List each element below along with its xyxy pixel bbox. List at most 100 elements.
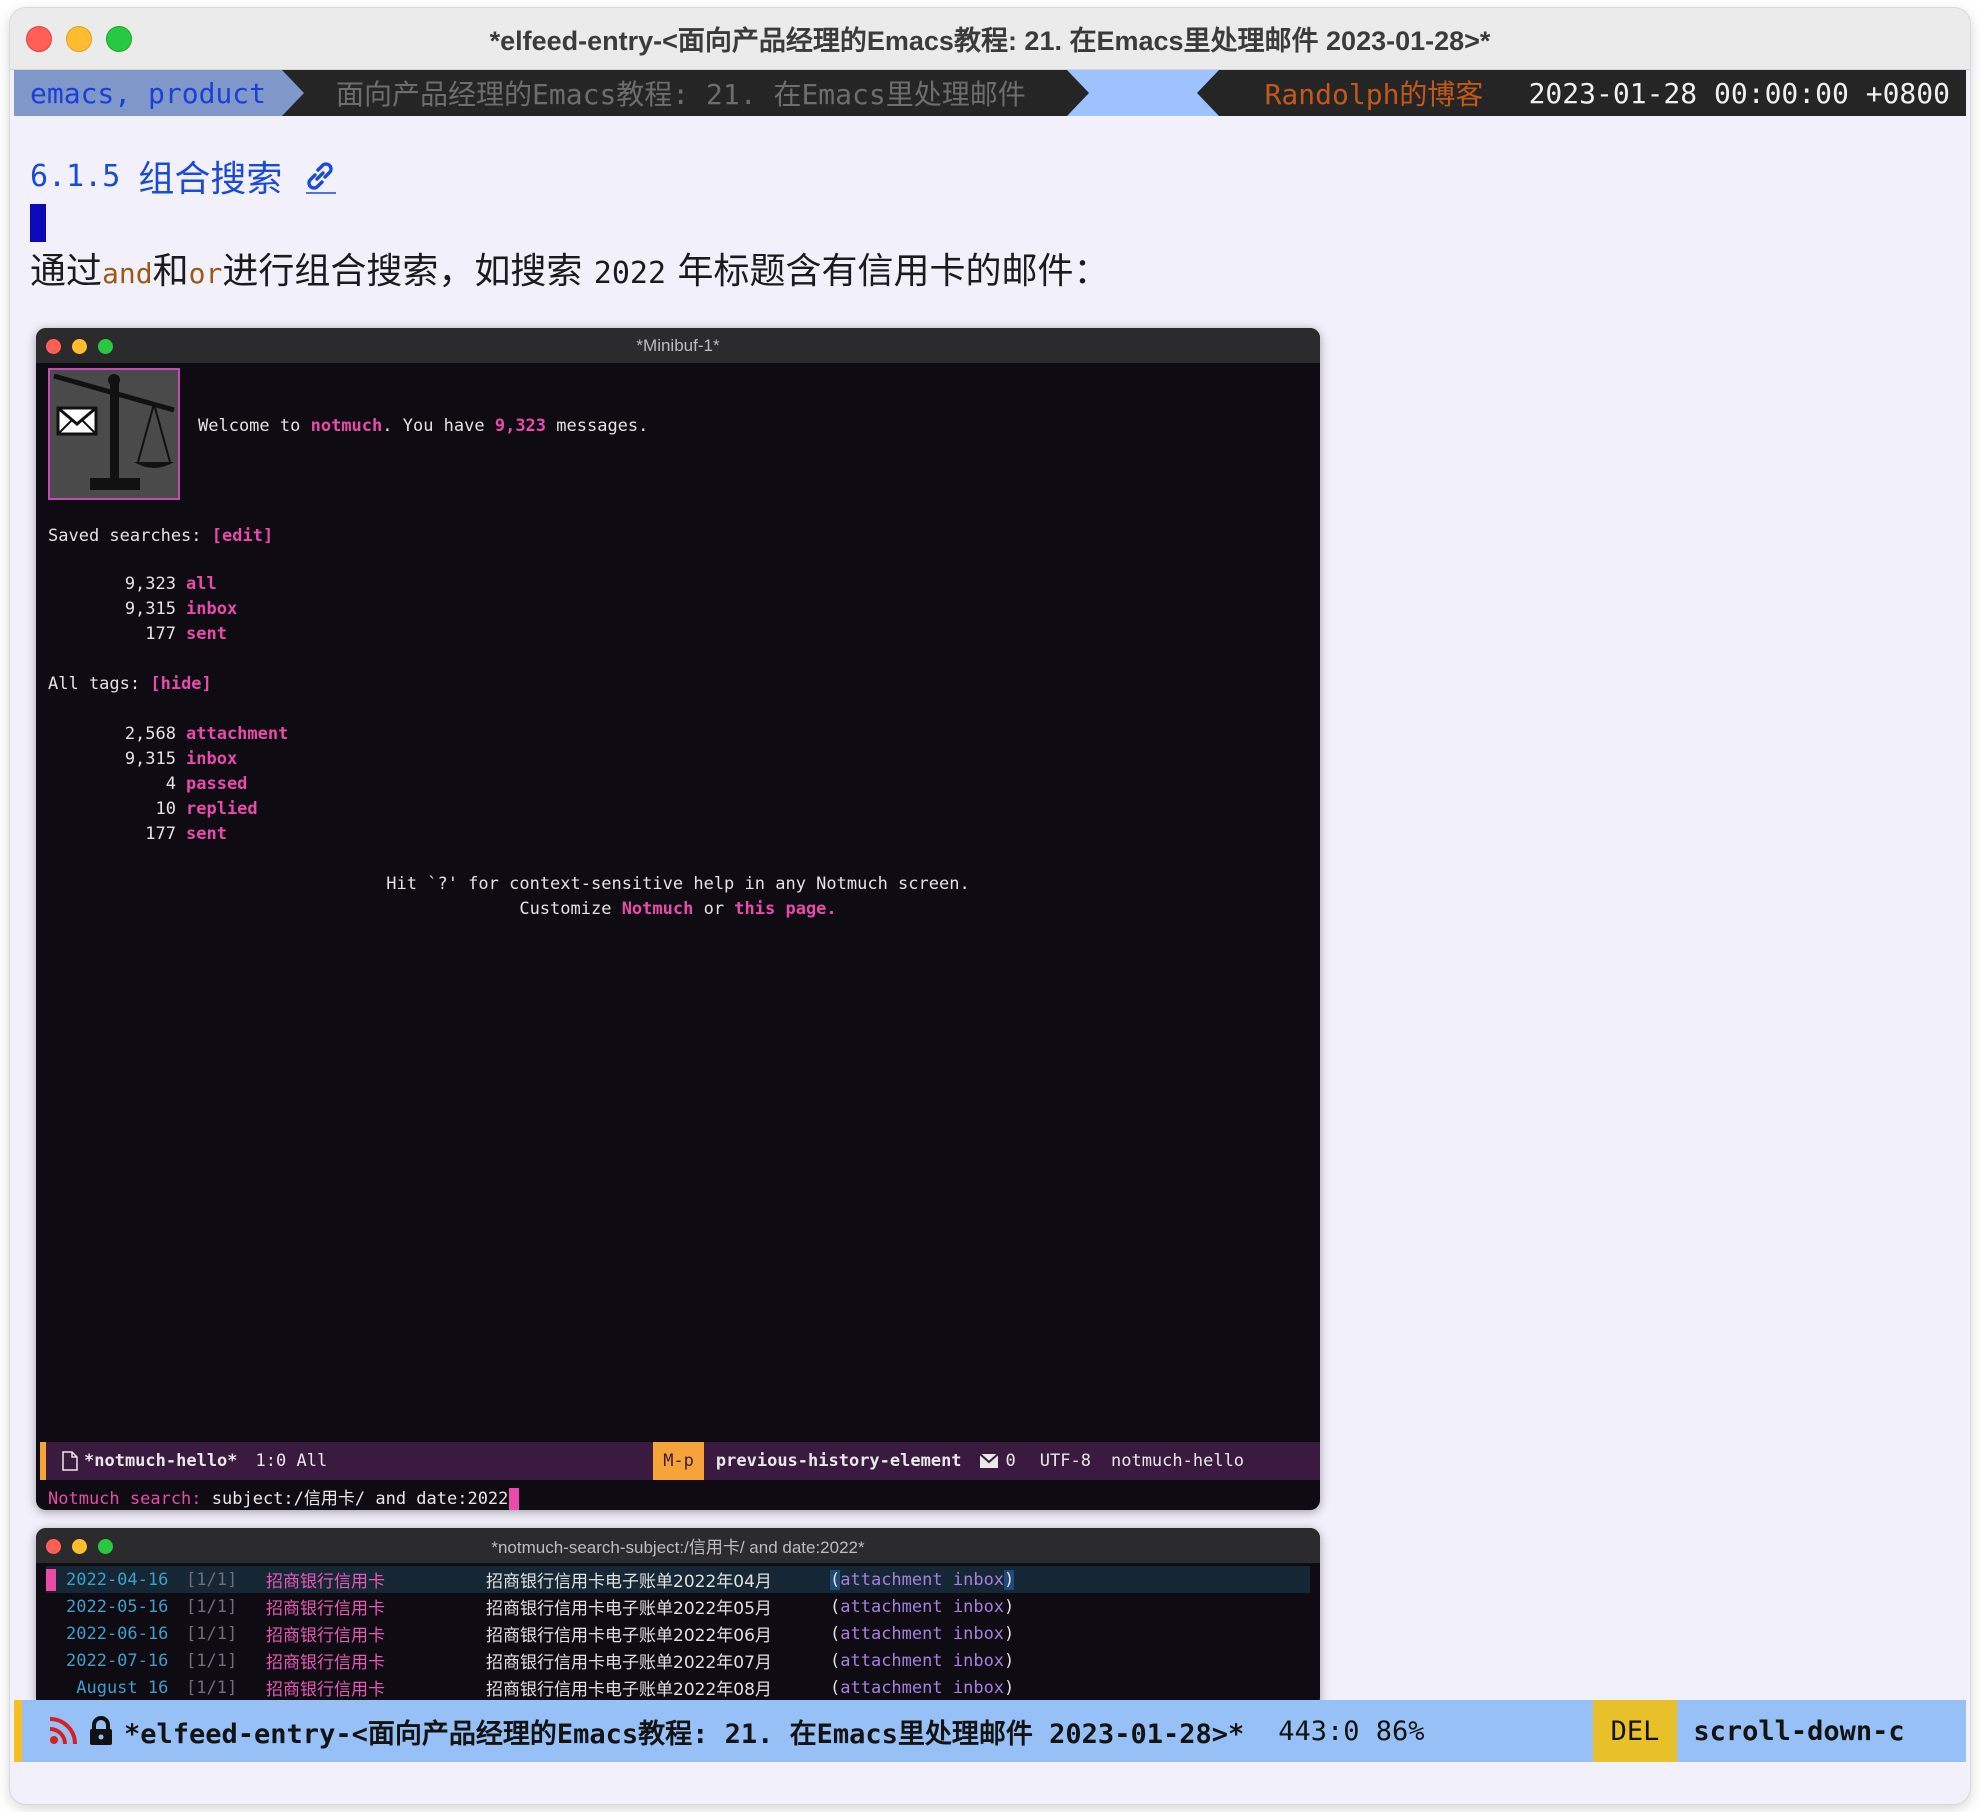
zoom-button[interactable] (106, 26, 132, 52)
mail-icon (979, 1454, 998, 1468)
para-text: 通过 (30, 251, 103, 292)
header-line: emacs, product 面向产品经理的Emacs教程: 21. 在Emac… (14, 70, 1966, 116)
lock-icon (90, 1716, 112, 1745)
inner-key: M-p (653, 1442, 704, 1480)
code-or: or (188, 257, 223, 290)
minibuffer[interactable]: Notmuch search: subject:/信用卡/ and date:2… (48, 1484, 520, 1510)
saved-count: 9,315 (124, 599, 176, 619)
para-text: 年标题含有信用卡的邮件： (666, 251, 1110, 292)
row-tags: (attachment inbox) (830, 1623, 1015, 1644)
row-subject: 招商银行信用卡电子账单2022年07月 (486, 1653, 772, 1673)
hide-tags-button[interactable]: [hide] (150, 674, 211, 694)
customize-notmuch-link[interactable]: Notmuch (622, 899, 694, 919)
inner-mode-line: *notmuch-hello* 1:0 All M-p previous-his… (40, 1442, 1320, 1480)
row-date: 2022-05-16 (66, 1596, 169, 1617)
row-date: 2022-06-16 (66, 1623, 169, 1644)
tag-sent[interactable]: sent (186, 824, 227, 844)
tag-count: 4 (165, 774, 176, 794)
row-tags: (attachment inbox) (830, 1677, 1015, 1698)
header-feed-text: Randolph的博客 (1264, 78, 1484, 111)
scale-logo-icon (48, 368, 180, 500)
minimize-button[interactable] (66, 26, 92, 52)
file-icon (62, 1451, 78, 1471)
search-result-row[interactable]: August 16 [1/1] 招商银行信用卡 招商银行信用卡电子账单2022年… (46, 1674, 1310, 1701)
emacs-window: *elfeed-entry-<面向产品经理的Emacs教程: 21. 在Emac… (10, 8, 1970, 1804)
row-date: 2022-07-16 (66, 1650, 169, 1671)
para-text: 进行组合搜索，如搜索 (222, 251, 594, 292)
minibuffer-input[interactable]: subject:/信用卡/ and date:2022 (212, 1489, 509, 1509)
edit-saved-searches-button[interactable]: [edit] (212, 526, 273, 546)
tag-count: 10 (155, 799, 176, 819)
saved-search-inbox[interactable]: inbox (186, 599, 237, 619)
search-result-row[interactable]: 2022-07-16 [1/1] 招商银行信用卡 招商银行信用卡电子账单2022… (46, 1647, 1310, 1674)
mode-line: *elfeed-entry-<面向产品经理的Emacs教程: 21. 在Emac… (14, 1700, 1966, 1762)
saved-search-all[interactable]: all (186, 574, 217, 594)
inner-position: 1:0 All (255, 1451, 328, 1471)
row-subject: 招商银行信用卡电子账单2022年04月 (486, 1572, 772, 1592)
row-subject: 招商银行信用卡电子账单2022年05月 (486, 1599, 772, 1619)
header-entry-title-text: 面向产品经理的Emacs教程: 21. 在Emacs里处理邮件 (336, 78, 1026, 111)
row-subject: 招商银行信用卡电子账单2022年08月 (486, 1680, 772, 1700)
screenshot-title-bar: *Minibuf-1* (36, 328, 1320, 364)
all-tags-label: All tags: [hide] (48, 674, 212, 694)
customize-line: Customize Notmuch or this page. (519, 899, 837, 919)
para-text: 和 (152, 251, 189, 292)
inner-mail-count: 0 (1005, 1451, 1016, 1471)
row-date: 2022-04-16 (66, 1569, 169, 1590)
saved-searches-label: Saved searches: [edit] (48, 526, 274, 546)
row-count: [1/1] (186, 1677, 238, 1698)
row-tags: (attachment inbox) (830, 1650, 1015, 1671)
minibuffer-prompt: Notmuch search: (48, 1489, 212, 1509)
tag-passed[interactable]: passed (186, 774, 247, 794)
header-date: 2023-01-28 00:00:00 +0800 (1484, 70, 1966, 116)
saved-count: 9,323 (124, 574, 176, 594)
tag-inbox[interactable]: inbox (186, 749, 237, 769)
message-count: 9,323 (494, 416, 547, 436)
search-result-row[interactable]: 2022-06-16 [1/1] 招商银行信用卡 招商银行信用卡电子账单2022… (46, 1620, 1310, 1647)
notmuch-search-screenshot: *notmuch-search-subject:/信用卡/ and date:2… (36, 1528, 1320, 1708)
tag-count: 177 (145, 824, 176, 844)
body-paragraph: 通过and和or进行组合搜索，如搜索 2022 年标题含有信用卡的邮件： (30, 242, 1109, 294)
window-controls (26, 26, 132, 52)
header-date-text: 2023-01-28 00:00:00 +0800 (1528, 76, 1950, 110)
header-tags-text: emacs, product (30, 76, 267, 110)
row-count: [1/1] (186, 1596, 238, 1617)
last-command: scroll-down-c (1693, 1715, 1905, 1747)
row-author: 招商银行信用卡 (266, 1572, 385, 1592)
tag-count: 2,568 (124, 724, 176, 744)
tag-replied[interactable]: replied (186, 799, 258, 819)
heading-number: 6.1.5 (30, 158, 121, 194)
inner-major-mode: notmuch-hello (1110, 1451, 1245, 1471)
cursor-position: 443:0 86% (1278, 1715, 1425, 1747)
tag-attachment[interactable]: attachment (186, 724, 288, 744)
row-date: August 16 (66, 1677, 169, 1698)
inner-encoding: UTF-8 (1039, 1451, 1091, 1471)
last-key: DEL (1592, 1700, 1678, 1762)
row-count: [1/1] (186, 1569, 238, 1590)
tag-count: 9,315 (124, 749, 176, 769)
help-line: Hit `?' for context-sensitive help in an… (386, 874, 970, 894)
inner-buffer-name: *notmuch-hello* (84, 1451, 238, 1471)
saved-search-sent[interactable]: sent (186, 624, 227, 644)
para-year: 2022 (593, 256, 667, 291)
link-icon[interactable] (300, 156, 340, 196)
heading-text: 组合搜索 (138, 159, 283, 200)
header-tags: emacs, product (14, 70, 305, 116)
row-subject: 招商银行信用卡电子账单2022年06月 (486, 1626, 772, 1646)
welcome-line: Welcome to notmuch. You have 9,323 messa… (198, 416, 649, 436)
header-entry-title: 面向产品经理的Emacs教程: 21. 在Emacs里处理邮件 (282, 70, 1089, 116)
customize-page-link[interactable]: this page. (734, 899, 836, 919)
row-count: [1/1] (186, 1623, 238, 1644)
search-result-row[interactable]: 2022-04-16 [1/1] 招商银行信用卡 招商银行信用卡电子账单2022… (46, 1566, 1310, 1593)
notmuch-link[interactable]: notmuch (311, 416, 383, 436)
rss-icon (49, 1717, 77, 1745)
inner-command: previous-history-element (715, 1451, 962, 1471)
title-bar: *elfeed-entry-<面向产品经理的Emacs教程: 21. 在Emac… (10, 8, 1970, 70)
search-result-row[interactable]: 2022-05-16 [1/1] 招商银行信用卡 招商银行信用卡电子账单2022… (46, 1593, 1310, 1620)
row-author: 招商银行信用卡 (266, 1653, 385, 1673)
close-button[interactable] (26, 26, 52, 52)
row-tags: (attachment inbox) (830, 1596, 1015, 1617)
row-author: 招商银行信用卡 (266, 1599, 385, 1619)
header-feed: Randolph的博客 (1196, 70, 1489, 116)
window-title: *elfeed-entry-<面向产品经理的Emacs教程: 21. 在Emac… (489, 26, 1491, 56)
